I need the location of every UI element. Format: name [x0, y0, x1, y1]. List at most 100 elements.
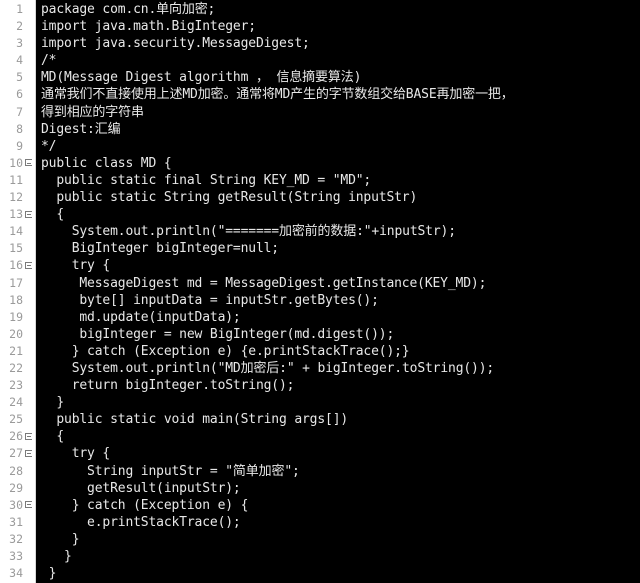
gutter-row[interactable]: 13 — [0, 206, 35, 223]
line-number: 5 — [16, 70, 23, 85]
gutter-row[interactable]: 8 — [0, 121, 35, 138]
gutter-row[interactable]: 15 — [0, 240, 35, 257]
code-line[interactable]: } — [36, 531, 640, 548]
gutter-row[interactable]: 1 — [0, 1, 35, 18]
gutter-row[interactable]: 22 — [0, 360, 35, 377]
gutter-row[interactable]: 27 — [0, 445, 35, 462]
code-line[interactable]: try { — [36, 257, 640, 274]
line-number: 14 — [9, 224, 23, 239]
gutter-row[interactable]: 23 — [0, 377, 35, 394]
code-line[interactable]: import java.math.BigInteger; — [36, 18, 640, 35]
fold-collapse-icon[interactable] — [23, 497, 34, 514]
gutter-row[interactable]: 21 — [0, 343, 35, 360]
line-number: 9 — [16, 138, 23, 153]
fold-collapse-icon[interactable] — [23, 155, 34, 172]
fold-collapse-icon[interactable] — [23, 206, 34, 223]
line-number-gutter[interactable]: 1 2 3 4 5 6 7 8 9 10 11 12 13 14 15 16 17 18 19 20 21 22 23 24 2… — [0, 0, 36, 583]
code-line[interactable]: } catch (Exception e) {e.printStackTrace… — [36, 343, 640, 360]
code-line[interactable]: public static String getResult(String in… — [36, 189, 640, 206]
gutter-row[interactable]: 12 — [0, 189, 35, 206]
line-number: 2 — [16, 19, 23, 34]
gutter-row[interactable]: 4 — [0, 52, 35, 69]
line-number: 7 — [16, 104, 23, 119]
code-area[interactable]: package com.cn.单向加密; import java.math.Big… — [36, 0, 640, 583]
gutter-row[interactable]: 5 — [0, 69, 35, 86]
gutter-row[interactable]: 25 — [0, 411, 35, 428]
gutter-row[interactable]: 30 — [0, 497, 35, 514]
line-number: 1 — [16, 2, 23, 16]
code-line[interactable]: String inputStr = "简单加密"; — [36, 463, 640, 480]
gutter-row[interactable]: 29 — [0, 480, 35, 497]
line-number: 22 — [9, 360, 23, 375]
line-number: 25 — [9, 412, 23, 427]
gutter-row[interactable]: 6 — [0, 86, 35, 103]
code-line[interactable]: byte[] inputData = inputStr.getBytes(); — [36, 292, 640, 309]
gutter-row[interactable]: 19 — [0, 309, 35, 326]
gutter-row[interactable]: 14 — [0, 223, 35, 240]
gutter-row[interactable]: 33 — [0, 548, 35, 565]
code-line[interactable]: getResult(inputStr); — [36, 480, 640, 497]
gutter-row[interactable]: 31 — [0, 514, 35, 531]
code-line[interactable]: } — [36, 394, 640, 411]
code-line[interactable]: Digest:汇编 — [36, 121, 640, 138]
code-line[interactable]: { — [36, 428, 640, 445]
line-number: 20 — [9, 326, 23, 341]
code-line[interactable]: public static void main(String args[]) — [36, 411, 640, 428]
code-editor[interactable]: 1 2 3 4 5 6 7 8 9 10 11 12 13 14 15 16 17 18 19 20 21 22 23 24 2… — [0, 0, 640, 583]
gutter-row[interactable]: 16 — [0, 257, 35, 274]
code-line[interactable]: /* — [36, 52, 640, 69]
code-line[interactable]: } — [36, 548, 640, 565]
gutter-row[interactable]: 32 — [0, 531, 35, 548]
code-line[interactable]: return bigInteger.toString(); — [36, 377, 640, 394]
code-line[interactable]: MessageDigest md = MessageDigest.getInst… — [36, 275, 640, 292]
gutter-row[interactable]: 28 — [0, 463, 35, 480]
code-line[interactable]: */ — [36, 138, 640, 155]
gutter-row[interactable]: 2 — [0, 18, 35, 35]
gutter-row[interactable]: 3 — [0, 35, 35, 52]
code-line[interactable]: import java.security.MessageDigest; — [36, 35, 640, 52]
gutter-row[interactable]: 11 — [0, 172, 35, 189]
code-line[interactable]: BigInteger bigInteger=null; — [36, 240, 640, 257]
code-line[interactable]: } catch (Exception e) { — [36, 497, 640, 514]
gutter-row[interactable]: 26 — [0, 428, 35, 445]
gutter-row[interactable]: 20 — [0, 326, 35, 343]
gutter-row[interactable]: 10 — [0, 155, 35, 172]
code-line[interactable]: { — [36, 206, 640, 223]
code-line[interactable]: public static final String KEY_MD = "MD"… — [36, 172, 640, 189]
code-line[interactable]: } — [36, 565, 640, 582]
gutter-row[interactable]: 17 — [0, 275, 35, 292]
code-line[interactable]: md.update(inputData); — [36, 309, 640, 326]
code-line[interactable]: System.out.println("=======加密前的数据:"+inpu… — [36, 223, 640, 240]
code-line[interactable]: 得到相应的字符串 — [36, 104, 640, 121]
code-line[interactable]: System.out.println("MD加密后:" + bigInteger… — [36, 360, 640, 377]
code-line[interactable]: try { — [36, 445, 640, 462]
code-line[interactable]: MD(Message Digest algorithm ， 信息摘要算法) — [36, 69, 640, 86]
fold-collapse-icon[interactable] — [23, 445, 34, 462]
fold-collapse-icon[interactable] — [23, 257, 34, 274]
gutter-row[interactable]: 34 — [0, 565, 35, 582]
fold-collapse-icon[interactable] — [23, 428, 34, 445]
gutter-row[interactable]: 18 — [0, 292, 35, 309]
line-number: 33 — [9, 549, 23, 563]
code-line[interactable]: package com.cn.单向加密; — [36, 1, 640, 18]
code-line[interactable]: 通常我们不直接使用上述MD加密。通常将MD产生的字节数组交给BASE再加密一把， — [36, 86, 640, 103]
code-line[interactable]: public class MD { — [36, 155, 640, 172]
gutter-row[interactable]: 9 — [0, 138, 35, 155]
gutter-row[interactable]: 24 — [0, 394, 35, 411]
code-line[interactable]: bigInteger = new BigInteger(md.digest())… — [36, 326, 640, 343]
gutter-row[interactable]: 7 — [0, 104, 35, 121]
code-line[interactable]: e.printStackTrace(); — [36, 514, 640, 531]
line-number: 8 — [16, 121, 23, 136]
